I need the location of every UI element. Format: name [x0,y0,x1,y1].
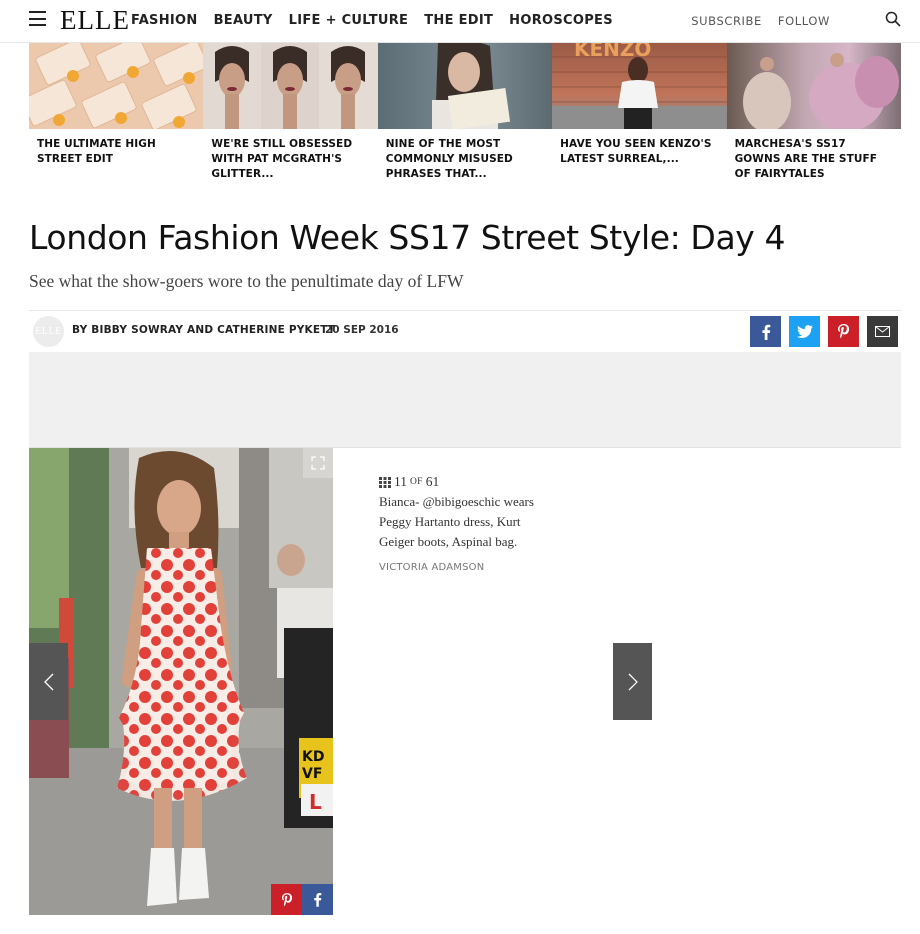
related-articles: THE ULTIMATE HIGH STREET EDIT WE'RE STIL… [29,42,901,187]
expand-photo-button[interactable] [303,448,333,478]
menu-icon[interactable] [29,11,46,26]
chevron-right-icon [628,673,638,690]
share-email-button[interactable] [867,316,898,347]
pinterest-icon [281,892,292,906]
slide-counter: 11 OF 61 [379,474,439,490]
related-article[interactable]: KENZO HAVE YOU SEEN KENZO'S LATEST SURRE… [552,42,727,187]
grid-icon[interactable] [379,476,391,488]
pinterest-icon [838,324,849,339]
twitter-icon [796,324,813,338]
top-navigation: ELLE FASHION BEAUTY LIFE + CULTURE THE E… [0,0,920,43]
ad-placeholder [29,352,901,448]
photo-caption: Bianca- @bibigoeschic wears Peggy Hartan… [379,494,534,549]
photo-pin-button[interactable] [271,884,302,915]
main-nav: FASHION BEAUTY LIFE + CULTURE THE EDIT H… [131,13,613,28]
related-article[interactable]: THE ULTIMATE HIGH STREET EDIT [29,42,204,187]
nav-utility: SUBSCRIBE FOLLOW [691,14,830,28]
avatar: ELLE [33,316,64,347]
previous-slide-button[interactable] [29,643,68,720]
nav-link-fashion[interactable]: FASHION [131,13,198,28]
byline-authors[interactable]: BY BIBBY SOWRAY AND CATHERINE PYKETT [72,324,335,336]
related-title[interactable]: THE ULTIMATE HIGH STREET EDIT [37,137,197,167]
related-article[interactable]: NINE OF THE MOST COMMONLY MISUSED PHRASE… [377,42,553,187]
photo-credit: VICTORIA ADAMSON [379,562,485,573]
article-dek: See what the show-goers wore to the penu… [29,271,464,291]
total-slide-count: 61 [425,474,440,489]
byline-bar: ELLE BY BIBBY SOWRAY AND CATHERINE PYKET… [29,310,901,354]
related-title[interactable]: WE'RE STILL OBSESSED WITH PAT MCGRATH'S … [211,137,371,182]
nav-link-beauty[interactable]: BEAUTY [214,13,273,28]
share-pinterest-button[interactable] [828,316,859,347]
nav-link-the-edit[interactable]: THE EDIT [424,13,493,28]
facebook-icon [314,893,322,907]
related-article[interactable]: WE'RE STILL OBSESSED WITH PAT MCGRATH'S … [203,42,378,187]
publish-date: 20 SEP 2016 [325,324,399,336]
expand-icon [311,456,325,470]
nav-link-horoscopes[interactable]: HOROSCOPES [509,13,613,28]
follow-link[interactable]: FOLLOW [778,14,830,28]
related-title[interactable]: HAVE YOU SEEN KENZO'S LATEST SURREAL,... [560,137,720,167]
photo-sign-text: VF [302,766,322,782]
site-logo[interactable]: ELLE [60,5,130,35]
related-title[interactable]: NINE OF THE MOST COMMONLY MISUSED PHRASE… [386,137,546,182]
photo-share-buttons [271,884,333,915]
photo-sign-text: KD [302,749,324,765]
related-thumbnail: KENZO [552,42,727,129]
share-buttons [750,316,898,347]
related-thumbnail [726,42,901,129]
related-thumbnail [203,42,378,129]
facebook-icon [761,324,770,340]
current-slide-number: 11 [394,474,407,489]
share-twitter-button[interactable] [789,316,820,347]
nav-link-life-culture[interactable]: LIFE + CULTURE [289,13,409,28]
next-slide-button[interactable] [613,643,652,720]
related-thumbnail [377,42,553,129]
email-icon [875,326,890,337]
photo-facebook-button[interactable] [302,884,333,915]
related-title[interactable]: MARCHESA'S SS17 GOWNS ARE THE STUFF OF F… [735,137,895,182]
photo-sign-text: L [309,790,322,814]
share-facebook-button[interactable] [750,316,781,347]
subscribe-link[interactable]: SUBSCRIBE [691,14,762,28]
related-thumbnail [29,42,204,129]
search-icon[interactable] [885,11,901,27]
article-headline: London Fashion Week SS17 Street Style: D… [29,218,786,257]
counter-of-label: OF [410,477,423,487]
gallery-photo[interactable]: KD VF L [29,448,333,915]
related-article[interactable]: MARCHESA'S SS17 GOWNS ARE THE STUFF OF F… [726,42,901,187]
chevron-left-icon [43,673,53,690]
